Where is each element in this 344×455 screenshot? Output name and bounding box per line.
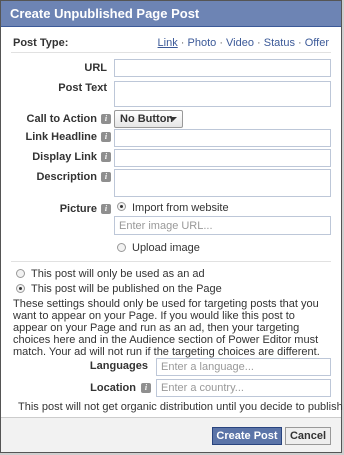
publish-on-page-radio[interactable]	[16, 284, 25, 293]
call-to-action-value: No Button	[120, 113, 174, 125]
display-link-input[interactable]	[114, 149, 331, 167]
info-icon: i	[101, 152, 111, 162]
post-type-tabs: Link · Photo · Video · Status · Offer	[158, 37, 329, 49]
url-label: URL	[84, 62, 107, 74]
display-link-label: Display Link	[32, 151, 97, 163]
upload-image-radio[interactable]	[117, 243, 126, 252]
info-icon: i	[101, 114, 111, 124]
url-input[interactable]	[114, 59, 331, 77]
organic-distribution-note: This post will not get organic distribut…	[18, 401, 344, 413]
tab-photo[interactable]: Photo	[188, 37, 217, 49]
tab-link[interactable]: Link	[158, 37, 178, 49]
upload-image-label: Upload image	[132, 242, 200, 254]
separator: ·	[294, 37, 305, 49]
location-input[interactable]	[156, 379, 331, 397]
link-headline-label: Link Headline	[25, 131, 97, 143]
post-text-input[interactable]	[114, 81, 331, 107]
tab-offer[interactable]: Offer	[305, 37, 329, 49]
call-to-action-label: Call to Action	[26, 113, 97, 125]
call-to-action-dropdown[interactable]: No Button	[114, 110, 183, 128]
create-post-dialog: Create Unpublished Page Post Post Type: …	[0, 0, 344, 453]
info-icon: i	[101, 172, 111, 182]
info-icon: i	[101, 132, 111, 142]
publish-on-page-label: This post will be published on the Page	[31, 283, 222, 295]
separator: ·	[216, 37, 227, 49]
separator: ·	[253, 37, 264, 49]
ad-only-radio[interactable]	[16, 269, 25, 278]
location-label: Location	[90, 382, 136, 394]
divider	[11, 52, 331, 53]
tab-video[interactable]: Video	[226, 37, 254, 49]
separator: ·	[177, 37, 188, 49]
tab-status[interactable]: Status	[264, 37, 295, 49]
image-url-input[interactable]	[114, 216, 331, 235]
create-post-button[interactable]: Create Post	[212, 427, 282, 445]
post-type-label: Post Type:	[13, 37, 69, 49]
divider	[11, 261, 331, 262]
cancel-button[interactable]: Cancel	[285, 427, 331, 445]
description-label: Description	[36, 171, 97, 183]
description-input[interactable]	[114, 169, 331, 197]
info-icon: i	[141, 383, 151, 393]
dialog-footer: Create Post Cancel	[1, 417, 341, 452]
languages-label: Languages	[89, 360, 148, 372]
chevron-down-icon	[169, 117, 177, 121]
picture-label: Picture	[59, 203, 97, 215]
post-text-label: Post Text	[58, 82, 107, 94]
link-headline-input[interactable]	[114, 129, 331, 147]
info-icon: i	[101, 204, 111, 214]
languages-input[interactable]	[156, 358, 331, 376]
ad-only-label: This post will only be used as an ad	[31, 268, 205, 280]
targeting-note: These settings should only be used for t…	[13, 298, 320, 358]
dialog-title: Create Unpublished Page Post	[1, 1, 341, 27]
import-from-website-radio[interactable]	[117, 202, 126, 211]
import-from-website-label: Import from website	[132, 202, 229, 214]
